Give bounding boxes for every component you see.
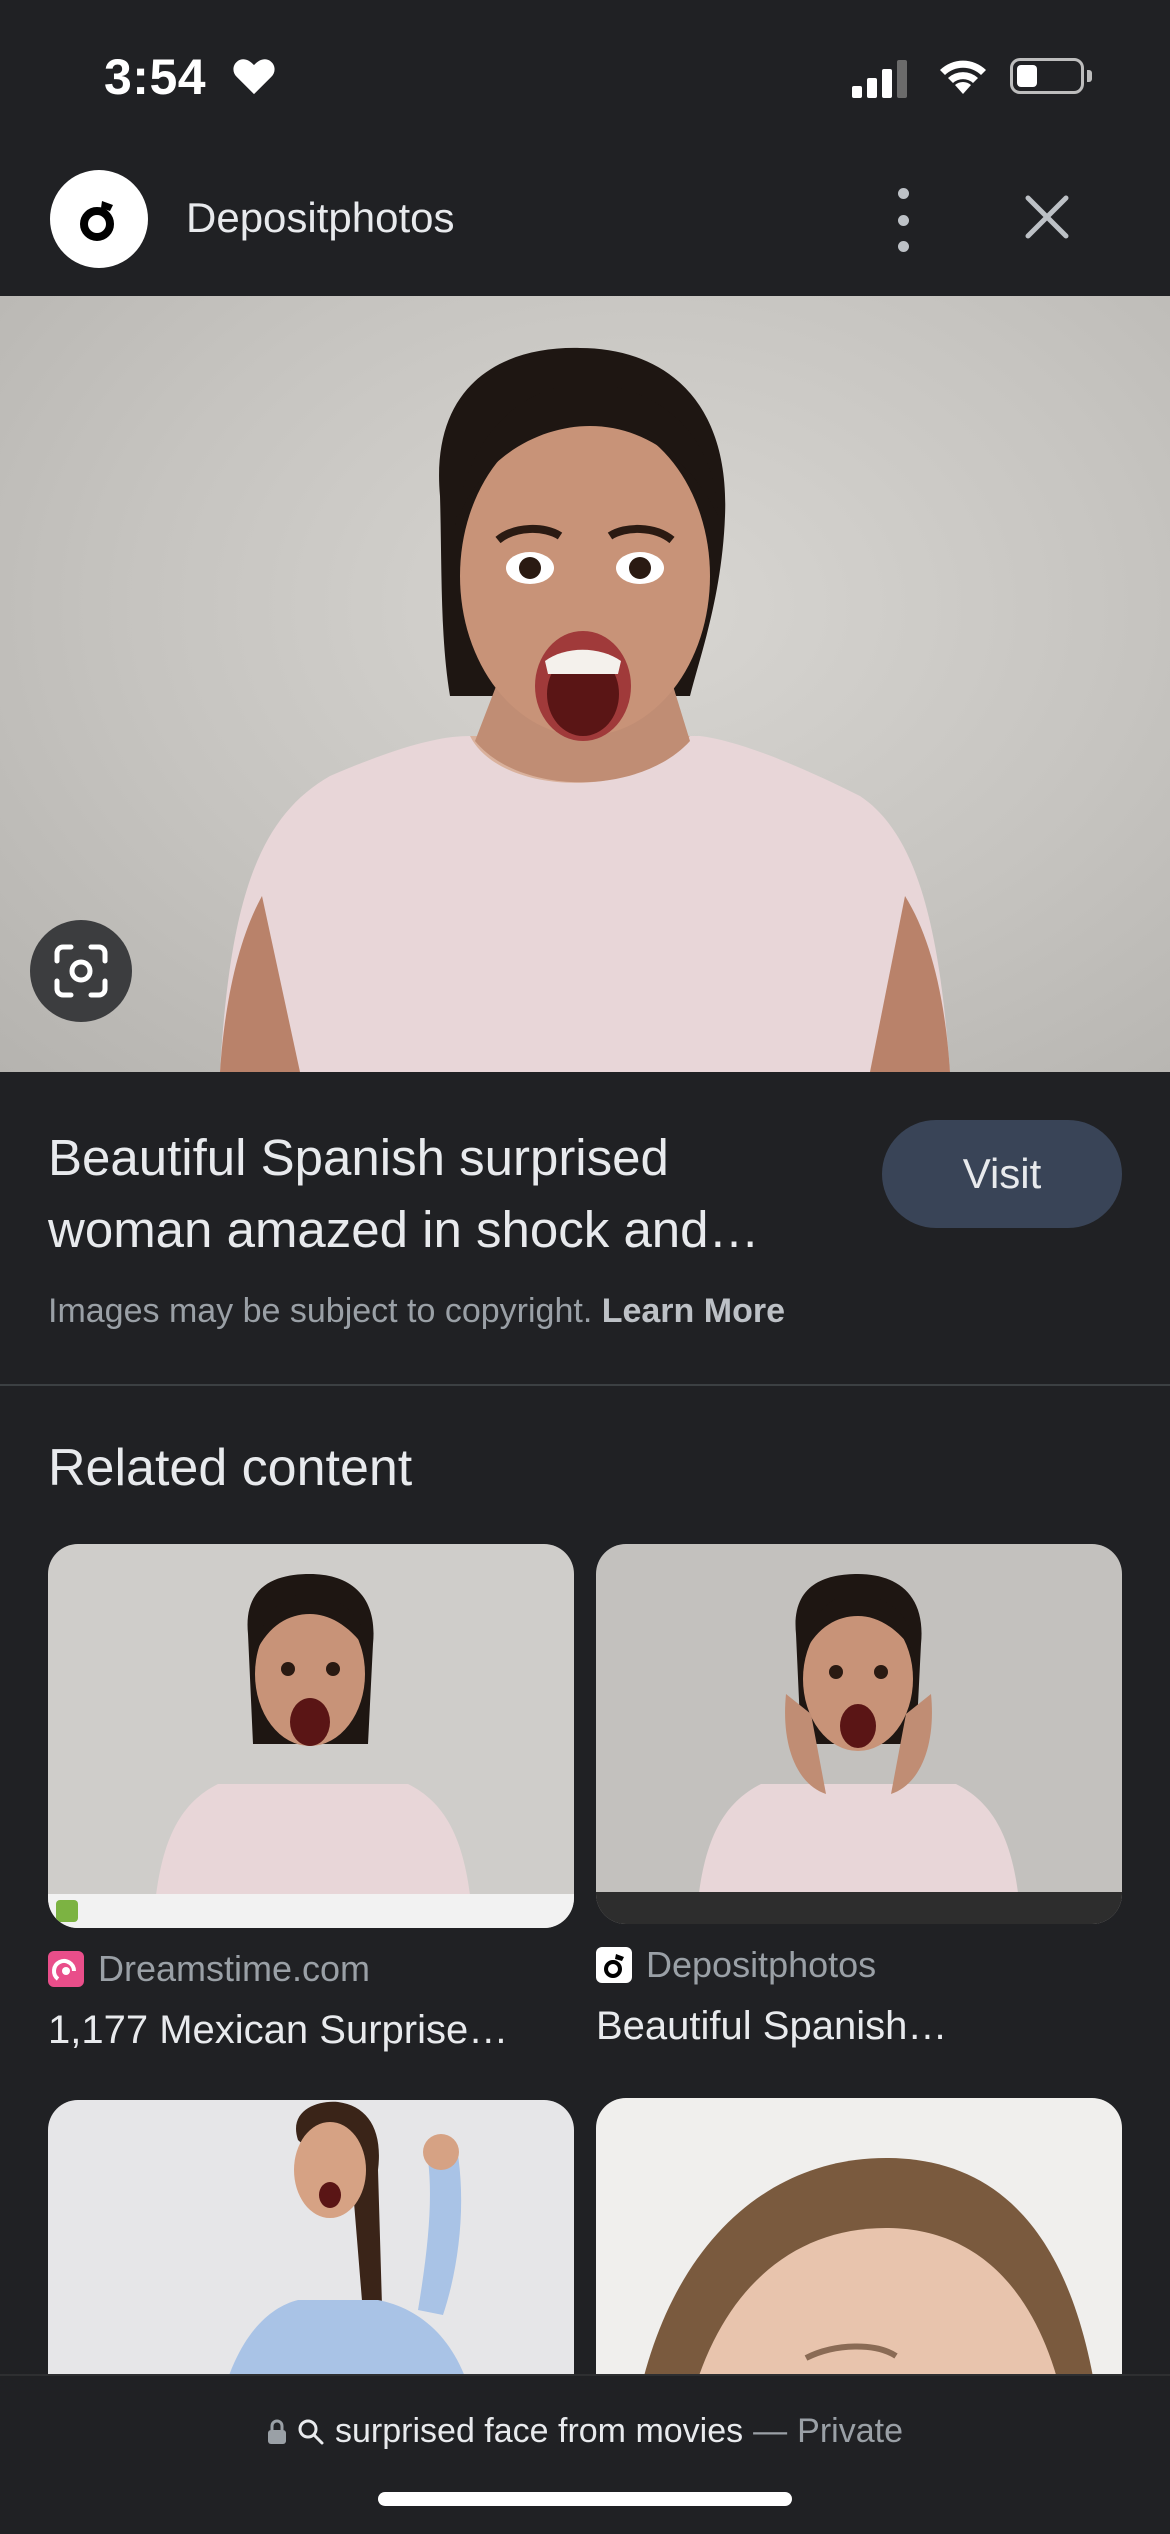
- search-query: surprised face from movies: [335, 2412, 744, 2450]
- photo-woman-surprised: [220, 347, 950, 1072]
- heart-icon: [233, 59, 275, 95]
- related-card-image[interactable]: [48, 1544, 574, 1928]
- more-options-icon[interactable]: [876, 188, 930, 252]
- lock-icon: [268, 2419, 287, 2444]
- visit-button[interactable]: Visit: [882, 1120, 1122, 1228]
- depositphotos-logo-icon: [596, 1947, 632, 1983]
- result-title-line1: Beautiful Spanish surprised: [48, 1129, 669, 1186]
- site-name[interactable]: Depositphotos: [186, 194, 455, 242]
- result-title[interactable]: Beautiful Spanish surprised woman amazed…: [48, 1122, 848, 1266]
- wifi-icon: [940, 60, 986, 94]
- copyright-notice: Images may be subject to copyright. Lear…: [48, 1292, 785, 1331]
- dreamstime-logo-icon: [48, 1951, 84, 1987]
- depositphotos-logo-icon[interactable]: [50, 170, 148, 268]
- result-image[interactable]: [0, 296, 1170, 1072]
- google-lens-button[interactable]: [30, 920, 132, 1022]
- related-card-title[interactable]: Beautiful Spanish…: [596, 2004, 1126, 2049]
- search-icon: [298, 2419, 324, 2444]
- battery-icon: [1010, 58, 1084, 94]
- photo-woman-surprised-thumb: [48, 1574, 574, 1928]
- private-mode-label: Private: [797, 2412, 903, 2450]
- status-time: 3:54: [104, 49, 207, 105]
- photo-woman-hands-face-thumb: [596, 1574, 1122, 1924]
- home-indicator[interactable]: [378, 2492, 792, 2506]
- divider: [0, 1384, 1170, 1386]
- battery-cap: [1087, 70, 1092, 82]
- close-icon[interactable]: [1018, 188, 1076, 246]
- related-card-source-name: Dreamstime.com: [98, 1948, 371, 1989]
- learn-more-link[interactable]: Learn More: [602, 1292, 785, 1330]
- related-card-image[interactable]: [596, 1544, 1122, 1924]
- address-bar[interactable]: surprised face from movies — Private: [0, 2412, 1170, 2451]
- result-title-line2: woman amazed in shock and…: [48, 1201, 760, 1258]
- related-content-heading: Related content: [48, 1439, 413, 1497]
- related-card-title[interactable]: 1,177 Mexican Surprise…: [48, 2008, 578, 2053]
- related-card-source[interactable]: Depositphotos: [596, 1944, 876, 1986]
- related-card-source-name: Depositphotos: [646, 1944, 877, 1985]
- related-card-source[interactable]: Dreamstime.com: [48, 1948, 370, 1990]
- cellular-signal-icon: [852, 60, 907, 98]
- lens-icon: [54, 944, 108, 998]
- bottom-address-bar: [0, 2374, 1170, 2534]
- copyright-text: Images may be subject to copyright.: [48, 1292, 593, 1330]
- private-separator: —: [753, 2412, 788, 2450]
